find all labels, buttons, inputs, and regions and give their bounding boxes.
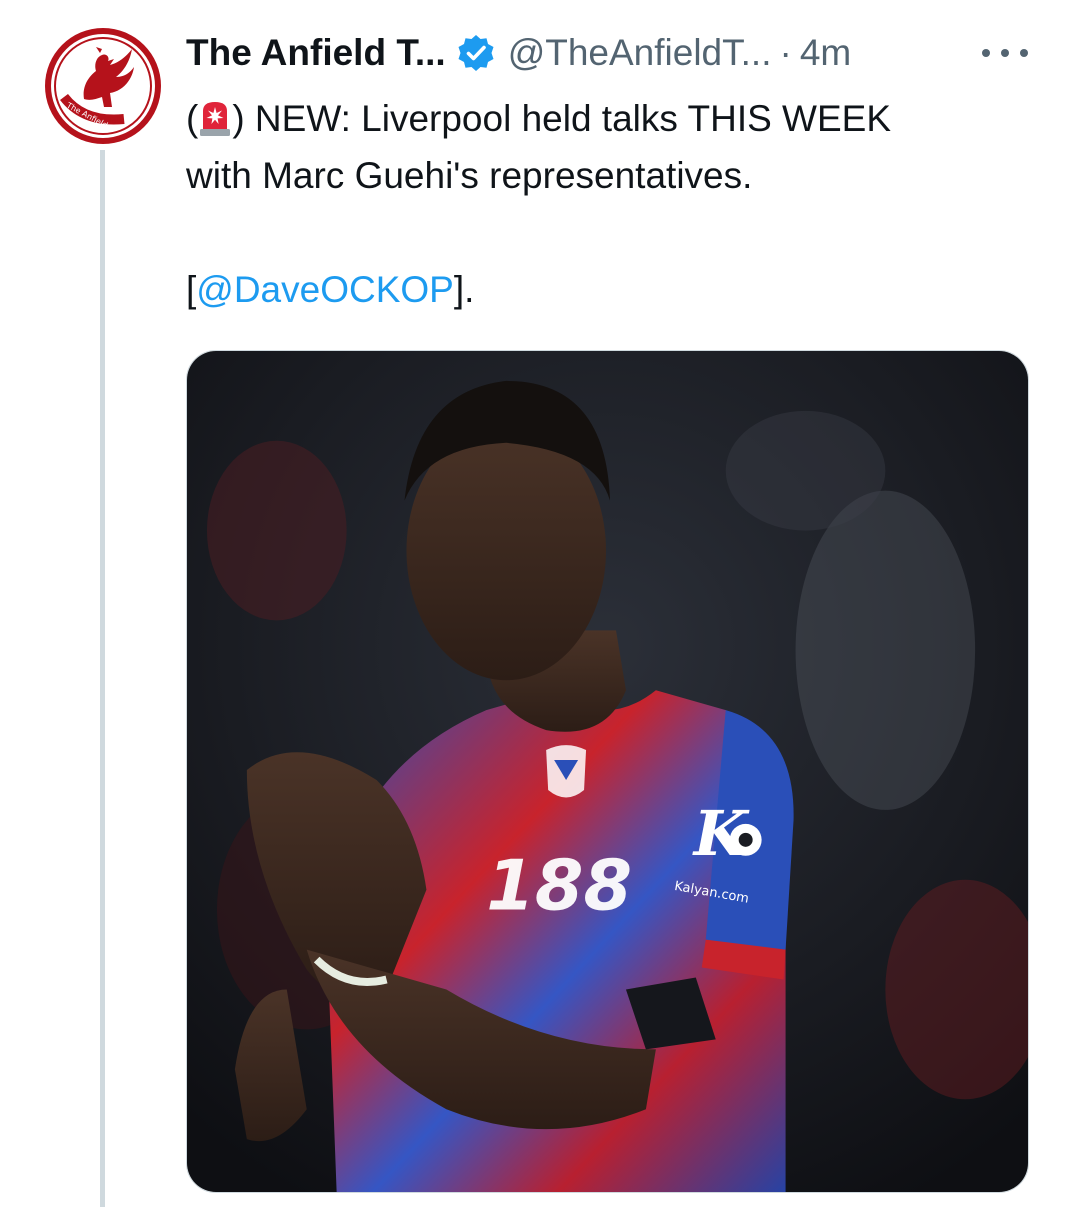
tweet-line-2: with Marc Guehi's representatives. [186,155,753,196]
mention-link[interactable]: @DaveOCKOP [196,269,454,310]
tweet-text: ( ) NEW: Liverpool held talks THIS WEEK … [186,90,1026,318]
thread-line [100,150,105,1207]
shirt-number: 188 [486,846,632,927]
tweet-line-3: [@DaveOCKOP]. [186,269,475,310]
verified-badge-icon [456,33,496,73]
tweet-line-1: ( ) NEW: Liverpool held talks THIS WEEK [186,98,892,139]
club-crest-icon [546,745,587,798]
anfield-talk-logo: The Anfield Talk [45,28,161,144]
police-car-light-icon [198,99,232,137]
svg-text:Talk: Talk [107,116,124,125]
separator-dot: · [779,32,792,73]
more-options-icon[interactable] [982,38,1028,68]
tweet-media-photo[interactable]: 188 K Kalyan.com [186,350,1029,1193]
display-name[interactable]: The Anfield T... [186,32,446,74]
user-handle[interactable]: @TheAnfieldT... [508,32,772,74]
avatar[interactable]: The Anfield Talk [44,27,162,145]
player-photo: 188 K Kalyan.com [187,351,1028,1192]
timestamp[interactable]: 4m [800,32,851,74]
tweet-header: The Anfield T... @TheAnfieldT... · 4m [186,26,851,80]
